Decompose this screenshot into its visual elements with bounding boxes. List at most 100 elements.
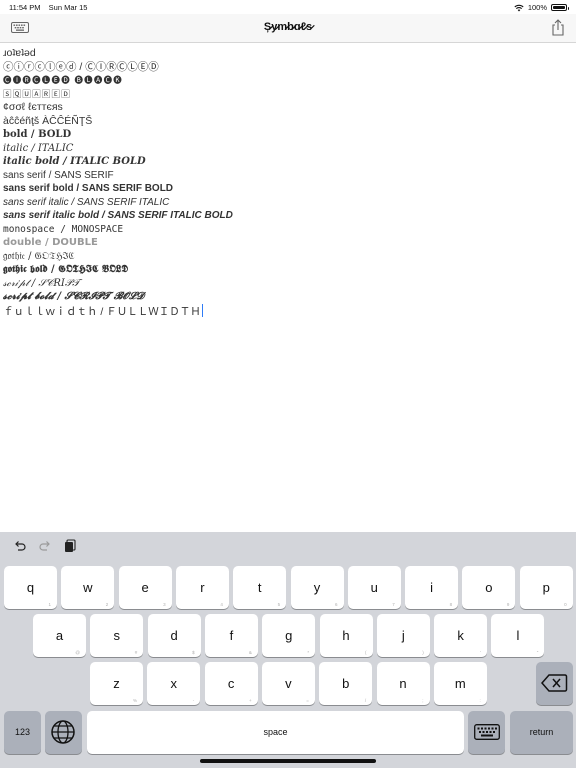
key-alt-label: 7 [392,602,395,607]
clipboard-icon[interactable] [63,539,77,553]
text-line: sans serif italic bold / SANS SERIF ITAL… [3,210,233,221]
key-alt-label: 2 [105,602,109,607]
text-line: italic bold / ITALIC BOLD [3,156,146,167]
key-m[interactable]: m: [433,662,487,705]
key-label: a [55,628,64,643]
key-alt-label: 3 [163,602,166,607]
text-line: 𝓼𝓬𝓻𝓲𝓹𝓽 𝓫𝓸𝓵𝓭 / 𝓢𝓒𝓡𝓘𝓟𝓣 𝓑𝓞𝓛𝓓 [3,291,144,302]
key-label: t [257,580,262,595]
key-label: j [401,628,405,643]
key-alt-label: " [536,650,539,655]
key-label: k [457,628,464,643]
key-alt-label: ; [422,698,424,703]
text-line: ¢σσℓ ℓєттєяѕ [3,101,63,113]
key-label: w [83,580,93,595]
key-c[interactable]: c + [204,662,258,705]
key-g[interactable]: g * [262,614,316,657]
key-alt-label: * [307,650,310,655]
globe-icon [51,720,75,744]
text-line: monospace / MONOSPACE [3,223,124,235]
key-u[interactable]: u7 [347,566,401,609]
dismiss-keyboard-key[interactable] [468,711,505,754]
key-alt-label: 6 [334,602,338,607]
key-label: z [113,676,120,691]
key-alt-label: 0 [564,602,567,607]
key-alt-label: ) [422,650,424,655]
space-key[interactable]: space [87,711,464,754]
key-r[interactable]: r4 [175,566,229,609]
key-label: x [170,676,178,691]
key-alt-label: 1 [48,602,51,607]
key-label: i [430,580,434,595]
navigation-bar: Ș̷y̷m̷b̷ɑ̷ℓ̷s̷ [0,14,576,43]
key-alt-label: 4 [220,602,223,607]
key-label: m [454,676,466,691]
status-bar: 11:54 PM Sun Mar 15 100% [0,0,576,14]
return-key[interactable]: return [510,711,573,754]
globe-key[interactable] [45,711,82,754]
key-x[interactable]: x- [147,662,201,705]
status-time: 11:54 PM [9,3,41,12]
key-w[interactable]: w2 [61,566,115,609]
key-label: n [399,676,407,691]
key-q[interactable]: q1 [4,566,57,609]
redo-icon[interactable] [38,539,52,553]
text-line: bold / BOLD [3,129,72,140]
text-line: sans serif bold / SANS SERIF BOLD [3,183,174,194]
key-a[interactable]: a @ [33,614,86,657]
key-k[interactable]: k ' [434,614,488,657]
key-h[interactable]: h( [319,614,373,657]
text-line: 🅂🅀🅄🄰🅁🄴🄳 [3,88,71,99]
battery-percent: 100% [527,3,547,12]
key-label: l [516,628,520,643]
key-v[interactable]: v = [261,662,315,705]
key-b[interactable]: b / [319,662,373,705]
key-alt-label: ' [480,650,482,655]
key-alt-label: = [306,698,309,703]
key-alt-label: 5 [277,602,281,607]
key-i[interactable]: i8 [405,566,459,609]
text-cursor [201,303,204,317]
wifi-icon [514,4,524,11]
key-p[interactable]: p0 [519,566,573,609]
undo-icon[interactable] [13,539,27,553]
key-j[interactable]: j) [376,614,430,657]
key-label: return [529,727,554,737]
text-line: 𝓈𝒸𝓇𝒾𝓅𝓉 / 𝒮𝒞𝑅𝐼𝒫𝒯 [3,277,80,289]
share-icon[interactable] [551,19,565,36]
key-o[interactable]: o9 [462,566,516,609]
key-label: y [313,580,321,595]
key-alt-label: + [248,698,252,703]
text-editor[interactable]: ɹoʇɐʇǝd ⓒⓘⓡⓒⓛⓔⓓ / ⒸⒾⓇⒸⓁⒺⒹ 🅒🅘🅡🅒🅛🅔🅓 🅑🅛🅐🅒🅚 🅂🅀🅄… [3,47,563,318]
key-alt-label: : [479,698,481,703]
key-label: b [342,676,350,691]
key-label: f [229,628,234,643]
text-line: double / DOUBLE [3,237,98,248]
text-line: ⓒⓘⓡⓒⓛⓔⓓ / ⒸⒾⓇⒸⓁⒺⒹ [3,60,159,73]
key-y[interactable]: y6 [290,566,344,609]
key-alt-label: ( [365,650,367,655]
key-alt-label: 9 [506,602,510,607]
on-screen-keyboard: q 1 w 2 e 3 r 4 t 5 y 6 u 7 i 8 o 9 p 0 a @ s # d $ f & g * h(j) k ' l " z%… [0,532,576,768]
key-e[interactable]: e3 [118,566,172,609]
key-label: o [485,580,493,595]
key-z[interactable]: z% [90,662,143,705]
key-d[interactable]: d $ [147,614,201,657]
page-title: Ș̷y̷m̷b̷ɑ̷ℓ̷s̷ [263,21,313,33]
key-label: space [263,727,288,737]
text-line: sans serif italic / SANS SERIF ITALIC [3,196,170,208]
key-n[interactable]: n; [376,662,430,705]
key-t[interactable]: t5 [233,566,287,609]
delete-key[interactable] [536,662,573,705]
text-line: àĉĉéñţš ÀĈĈÉÑŢŠ [3,114,93,127]
numbers-key[interactable]: 123 [4,711,41,754]
text-line: italic / ITALIC [3,142,74,154]
key-f[interactable]: f & [204,614,258,657]
text-line: 𝖌𝖔𝖙𝖍𝖎𝖈 𝖇𝖔𝖑𝖉 / 𝕲𝕺𝕿𝕳𝕴𝕮 𝕭𝕺𝕷𝕯 [3,264,128,275]
key-alt-label: - [192,698,195,703]
key-s[interactable]: s # [90,614,144,657]
key-label: c [227,676,235,691]
key-alt-label: # [134,650,138,655]
key-label: p [542,580,550,595]
key-l[interactable]: l " [491,614,545,657]
